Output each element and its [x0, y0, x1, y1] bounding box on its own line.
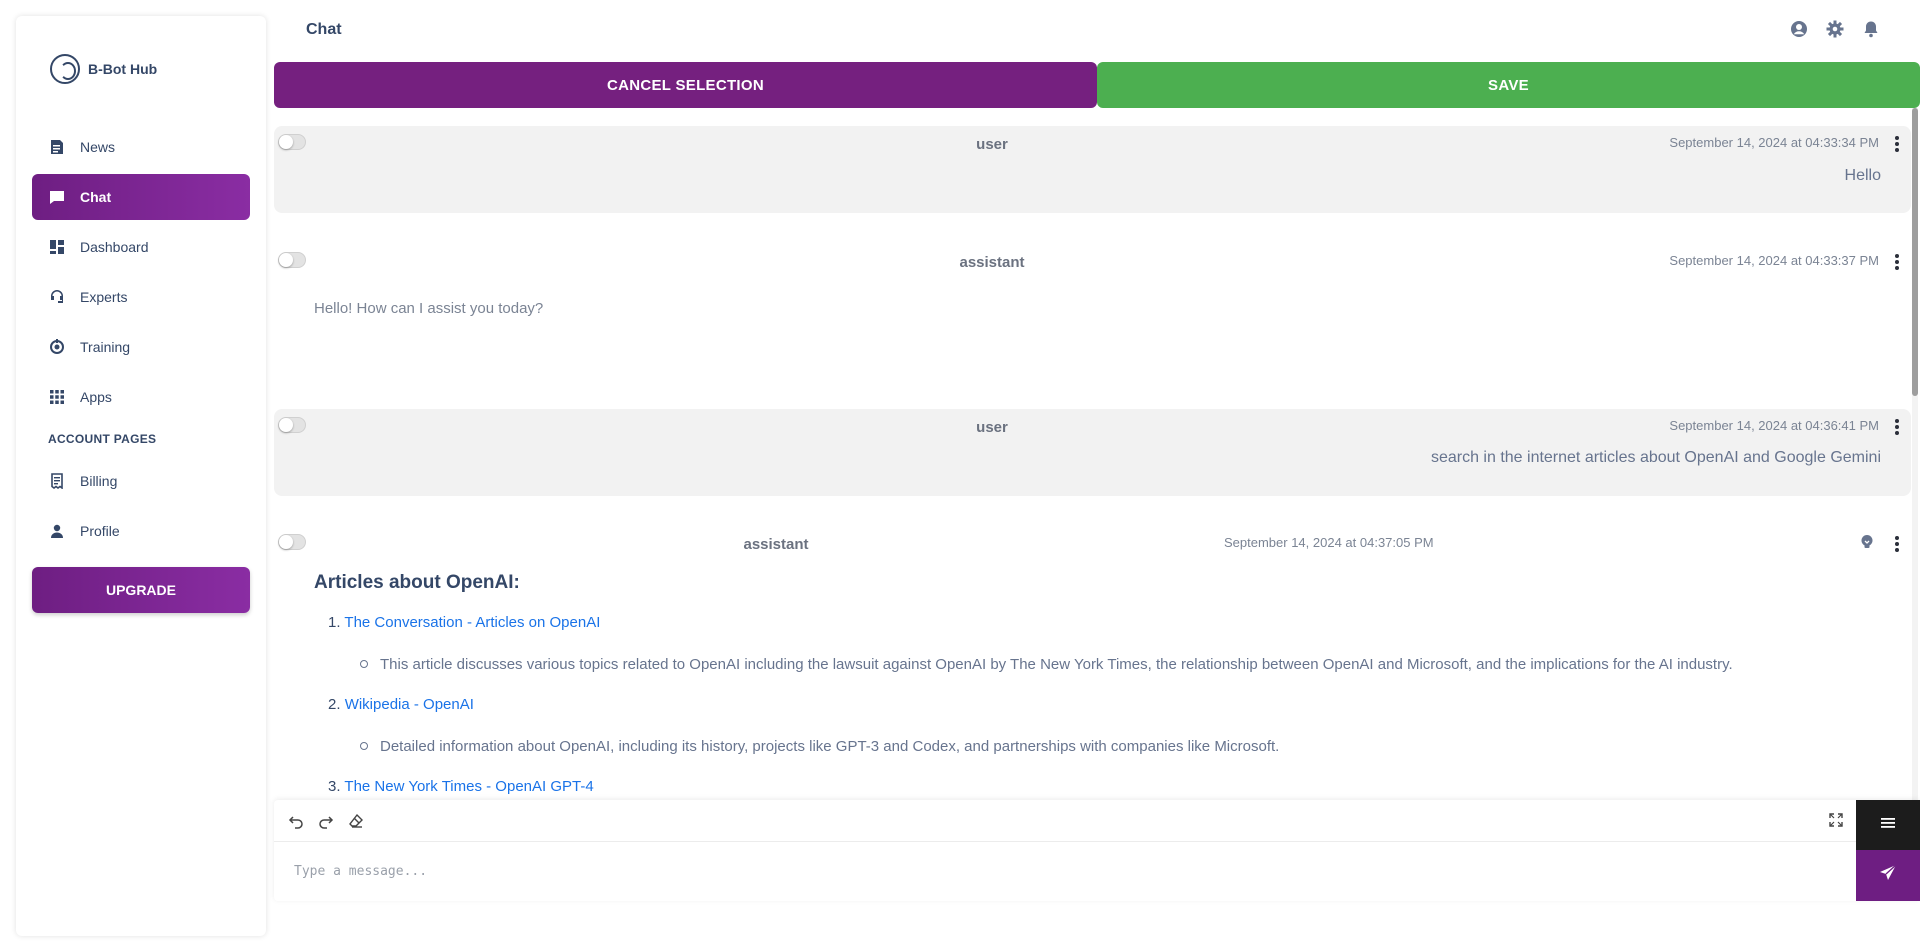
- composer-toolbar: [274, 800, 1856, 842]
- articles-list: 1. The Conversation - Articles on OpenAI…: [314, 612, 1874, 798]
- article-link[interactable]: The Conversation - Articles on OpenAI: [344, 614, 600, 631]
- list-item-number: 3.: [328, 778, 341, 795]
- scrollbar-thumb[interactable]: [1912, 108, 1918, 396]
- article-description: Detailed information about OpenAI, inclu…: [360, 735, 1874, 757]
- message-timestamp: September 14, 2024 at 04:37:05 PM: [1224, 535, 1434, 550]
- settings-gear-icon[interactable]: [1826, 20, 1844, 38]
- message-select-toggle[interactable]: [278, 134, 306, 150]
- message-timestamp: September 14, 2024 at 04:33:34 PM: [1669, 135, 1879, 150]
- message-select-toggle[interactable]: [278, 252, 306, 268]
- person-icon: [48, 522, 66, 540]
- sidebar-nav: News Chat Dashboard Experts Training App…: [32, 124, 250, 558]
- headset-icon: [48, 288, 66, 306]
- sidebar-item-label: Apps: [80, 389, 112, 405]
- message-user: user September 14, 2024 at 04:33:34 PM H…: [274, 126, 1911, 213]
- message-select-toggle[interactable]: [278, 534, 306, 550]
- message-select-toggle[interactable]: [278, 417, 306, 433]
- page-title: Chat: [306, 21, 342, 38]
- article-link[interactable]: The New York Times - OpenAI GPT-4: [344, 778, 593, 795]
- sidebar-item-news[interactable]: News: [32, 124, 250, 170]
- message-text: Hello! How can I assist you today?: [314, 300, 544, 317]
- more-options-icon[interactable]: [1895, 419, 1899, 435]
- more-options-icon[interactable]: [1895, 536, 1899, 552]
- selection-action-bar: CANCEL SELECTION SAVE: [274, 62, 1920, 108]
- message-user: user September 14, 2024 at 04:36:41 PM s…: [274, 409, 1911, 496]
- eraser-icon[interactable]: [348, 813, 364, 829]
- undo-icon[interactable]: [288, 813, 304, 829]
- articles-heading: Articles about OpenAI:: [314, 572, 520, 593]
- sidebar-item-label: Billing: [80, 473, 118, 489]
- list-item: 3. The New York Times - OpenAI GPT-4: [328, 776, 1874, 798]
- sidebar-item-training[interactable]: Training: [32, 324, 250, 370]
- training-icon: [48, 338, 66, 356]
- message-input[interactable]: [274, 842, 1856, 901]
- message-timestamp: September 14, 2024 at 04:33:37 PM: [1669, 253, 1879, 268]
- send-paper-plane-icon: [1879, 864, 1897, 887]
- sidebar-item-dashboard[interactable]: Dashboard: [32, 224, 250, 270]
- notification-bell-icon[interactable]: [1862, 20, 1880, 38]
- save-button[interactable]: SAVE: [1097, 62, 1920, 108]
- more-options-icon[interactable]: [1895, 254, 1899, 270]
- sidebar-item-label: Dashboard: [80, 239, 149, 255]
- message-text: Hello: [1844, 167, 1881, 184]
- message-role: user: [976, 136, 1008, 153]
- lightbulb-icon[interactable]: [1859, 534, 1875, 550]
- apps-grid-icon: [48, 388, 66, 406]
- brand[interactable]: B-Bot Hub: [50, 54, 157, 84]
- sidebar-item-label: Profile: [80, 523, 120, 539]
- send-button[interactable]: [1856, 850, 1920, 901]
- redo-icon[interactable]: [318, 813, 334, 829]
- menu-icon: [1880, 816, 1896, 835]
- composer-menu-button[interactable]: [1856, 800, 1920, 850]
- upgrade-button[interactable]: UPGRADE: [32, 567, 250, 613]
- account-pages-heading: ACCOUNT PAGES: [48, 432, 157, 446]
- brand-name: B-Bot Hub: [88, 61, 158, 77]
- message-list[interactable]: user September 14, 2024 at 04:33:34 PM H…: [274, 124, 1911, 800]
- chat-icon: [48, 188, 66, 206]
- sidebar: B-Bot Hub News Chat Dashboard Experts Tr…: [16, 16, 266, 936]
- message-composer: [274, 800, 1920, 901]
- header-icons: [1790, 20, 1880, 38]
- cancel-selection-button[interactable]: CANCEL SELECTION: [274, 62, 1097, 108]
- sidebar-item-experts[interactable]: Experts: [32, 274, 250, 320]
- message-assistant: assistant September 14, 2024 at 04:33:37…: [274, 244, 1911, 414]
- more-options-icon[interactable]: [1895, 136, 1899, 152]
- message-timestamp: September 14, 2024 at 04:36:41 PM: [1669, 418, 1879, 433]
- sidebar-item-label: Chat: [80, 189, 112, 205]
- message-text: search in the internet articles about Op…: [1430, 449, 1881, 466]
- message-role: user: [976, 419, 1008, 436]
- message-rich-content: Articles about OpenAI: 1. The Conversati…: [314, 572, 1874, 798]
- sidebar-item-label: Experts: [80, 289, 128, 305]
- article-link[interactable]: Wikipedia - OpenAI: [345, 696, 474, 713]
- list-item: 1. The Conversation - Articles on OpenAI: [328, 612, 1874, 634]
- newspaper-icon: [48, 138, 66, 156]
- account-circle-icon[interactable]: [1790, 20, 1808, 38]
- dashboard-icon: [48, 238, 66, 256]
- fullscreen-expand-icon[interactable]: [1828, 812, 1844, 828]
- sidebar-item-apps[interactable]: Apps: [32, 374, 250, 420]
- message-role: assistant: [959, 254, 1025, 271]
- sidebar-item-profile[interactable]: Profile: [32, 508, 250, 554]
- message-list-scrollbar[interactable]: [1912, 108, 1918, 800]
- message-assistant: assistant September 14, 2024 at 04:37:05…: [274, 526, 1911, 800]
- list-item: 2. Wikipedia - OpenAI: [328, 694, 1874, 716]
- article-description: This article discusses various topics re…: [360, 653, 1874, 675]
- sidebar-item-label: Training: [80, 339, 131, 355]
- sidebar-item-billing[interactable]: Billing: [32, 458, 250, 504]
- sidebar-item-label: News: [80, 139, 116, 155]
- sidebar-item-chat[interactable]: Chat: [32, 174, 250, 220]
- list-item-number: 2.: [328, 696, 341, 713]
- message-role: assistant: [743, 536, 809, 553]
- brand-logo-icon: [50, 54, 80, 84]
- list-item-number: 1.: [328, 614, 341, 631]
- receipt-icon: [48, 472, 66, 490]
